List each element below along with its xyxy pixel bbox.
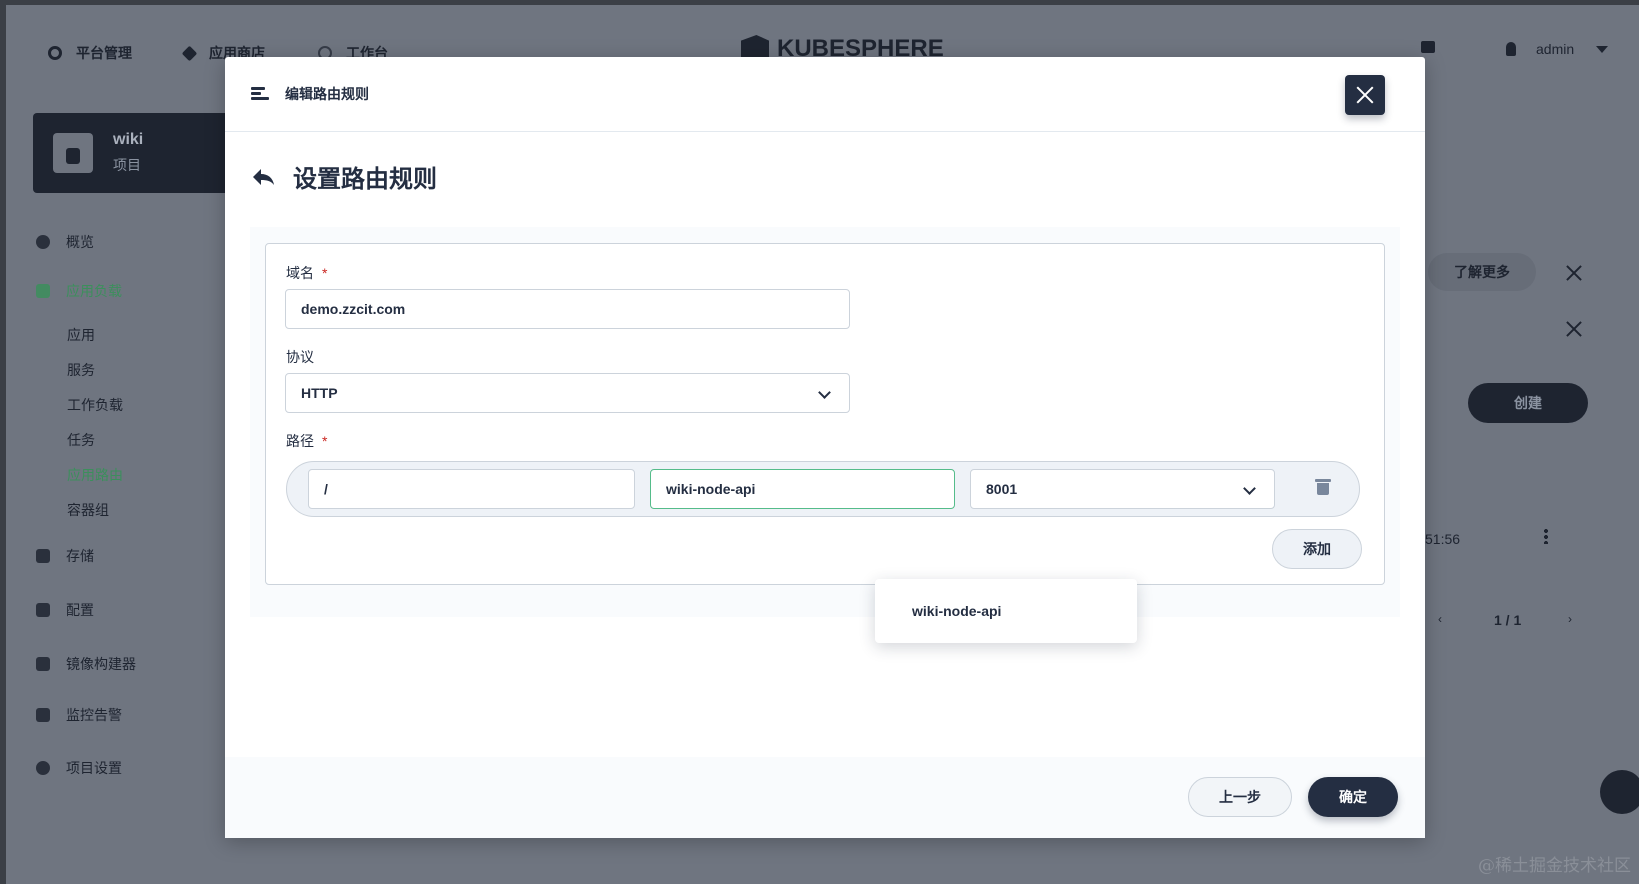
- sidebar-sub-jobs[interactable]: 任务: [67, 430, 95, 450]
- confirm-button[interactable]: 确定: [1308, 777, 1398, 817]
- chevron-down-icon: [818, 386, 831, 399]
- workload-icon: [36, 284, 50, 298]
- sidebar-sub-apps[interactable]: 应用: [67, 325, 95, 345]
- trash-icon[interactable]: [1315, 479, 1331, 495]
- next-page-icon[interactable]: ›: [1568, 612, 1572, 626]
- watermark: @稀土掘金技术社区: [1478, 856, 1631, 876]
- path-value: /: [324, 481, 328, 497]
- close-icon[interactable]: [1564, 263, 1584, 283]
- storage-icon: [36, 549, 50, 563]
- chevron-down-icon: [1596, 45, 1609, 53]
- sidebar-item-storage[interactable]: 存储: [36, 546, 94, 566]
- protocol-select[interactable]: HTTP: [285, 373, 850, 413]
- form-area: 域名 * demo.zzcit.com 协议 HTTP 路径 * / wiki-no…: [250, 227, 1400, 617]
- sidebar-item-settings[interactable]: 项目设置: [36, 758, 122, 778]
- sidebar-item-image-builder[interactable]: 镜像构建器: [36, 654, 136, 674]
- user-icon: [1506, 42, 1516, 56]
- edit-route-modal: 编辑路由规则 设置路由规则 域名 * demo.zzcit.com 协议 HTTP…: [225, 57, 1425, 838]
- modal-title: 编辑路由规则: [285, 86, 369, 102]
- path-label: 路径 *: [286, 431, 327, 451]
- nav-platform-label: 平台管理: [76, 45, 132, 61]
- settings-icon: [36, 761, 50, 775]
- domain-label: 域名 *: [286, 263, 327, 283]
- project-icon: [53, 133, 93, 173]
- learn-more-button[interactable]: 了解更多: [1428, 253, 1536, 291]
- step-header: 设置路由规则: [251, 159, 437, 194]
- sidebar-sub-workloads[interactable]: 工作负载: [67, 395, 123, 415]
- sidebar-item-workload[interactable]: 应用负载: [36, 281, 122, 301]
- path-label-text: 路径: [286, 433, 314, 449]
- sidebar-item-label: 概览: [66, 234, 94, 250]
- image-builder-icon: [36, 657, 50, 671]
- pagination-text: 1 / 1: [1494, 612, 1522, 628]
- port-select[interactable]: 8001: [970, 469, 1275, 509]
- service-input[interactable]: wiki-node-api: [650, 469, 955, 509]
- close-icon[interactable]: [1564, 319, 1584, 339]
- toolbox-button[interactable]: [1600, 770, 1639, 814]
- overview-icon: [36, 235, 50, 249]
- service-suggestion-option[interactable]: wiki-node-api: [875, 579, 1137, 643]
- project-name: wiki: [113, 131, 144, 148]
- close-button[interactable]: [1345, 75, 1385, 115]
- port-value: 8001: [986, 481, 1018, 497]
- sidebar-sub-services[interactable]: 服务: [67, 360, 95, 380]
- sidebar-item-label: 镜像构建器: [66, 656, 136, 672]
- sidebar-item-label: 配置: [66, 602, 94, 618]
- project-type: 项目: [113, 157, 141, 173]
- back-arrow-icon[interactable]: [251, 167, 275, 187]
- route-rule-card: 域名 * demo.zzcit.com 协议 HTTP 路径 * / wiki-no…: [265, 243, 1385, 585]
- user-name: admin: [1536, 41, 1575, 57]
- nav-platform[interactable]: 平台管理: [48, 43, 132, 63]
- modal-header: 编辑路由规则: [225, 57, 1425, 132]
- route-rules-icon: [251, 87, 269, 101]
- required-mark: *: [322, 433, 328, 449]
- more-icon[interactable]: [1544, 528, 1548, 544]
- notification-icon: [1421, 41, 1435, 53]
- window-frame-left: [0, 0, 6, 884]
- sidebar-item-label: 项目设置: [66, 760, 122, 776]
- sidebar-item-monitoring[interactable]: 监控告警: [36, 705, 122, 725]
- config-icon: [36, 603, 50, 617]
- sidebar-item-label: 监控告警: [66, 707, 122, 723]
- step-title: 设置路由规则: [293, 166, 437, 193]
- add-path-button[interactable]: 添加: [1272, 529, 1362, 569]
- notification-button[interactable]: [1421, 41, 1435, 53]
- create-button[interactable]: 创建: [1468, 383, 1588, 423]
- list-time: 51:56: [1425, 531, 1461, 547]
- user-menu[interactable]: admin: [1506, 41, 1609, 57]
- sidebar-item-label: 应用负载: [66, 283, 122, 299]
- protocol-label: 协议: [286, 349, 314, 365]
- sidebar-sub-pods[interactable]: 容器组: [67, 500, 109, 520]
- sidebar-sub-ingress[interactable]: 应用路由: [67, 465, 123, 485]
- service-value: wiki-node-api: [666, 481, 756, 497]
- previous-step-button[interactable]: 上一步: [1188, 777, 1292, 817]
- sidebar-item-config[interactable]: 配置: [36, 600, 94, 620]
- sidebar-item-label: 存储: [66, 548, 94, 564]
- domain-label-text: 域名: [286, 265, 314, 281]
- protocol-value: HTTP: [301, 385, 338, 401]
- path-input[interactable]: /: [308, 469, 635, 509]
- prev-page-icon[interactable]: ‹: [1438, 612, 1442, 626]
- sidebar-item-overview[interactable]: 概览: [36, 232, 94, 252]
- gear-icon: [48, 46, 62, 60]
- monitoring-icon: [36, 708, 50, 722]
- app-store-icon: [181, 45, 198, 61]
- domain-value: demo.zzcit.com: [301, 301, 406, 317]
- path-row: / wiki-node-api 8001: [286, 461, 1360, 517]
- required-mark: *: [322, 265, 328, 281]
- project-card[interactable]: wiki 项目: [33, 113, 228, 193]
- domain-input[interactable]: demo.zzcit.com: [285, 289, 850, 329]
- chevron-down-icon: [1243, 482, 1256, 495]
